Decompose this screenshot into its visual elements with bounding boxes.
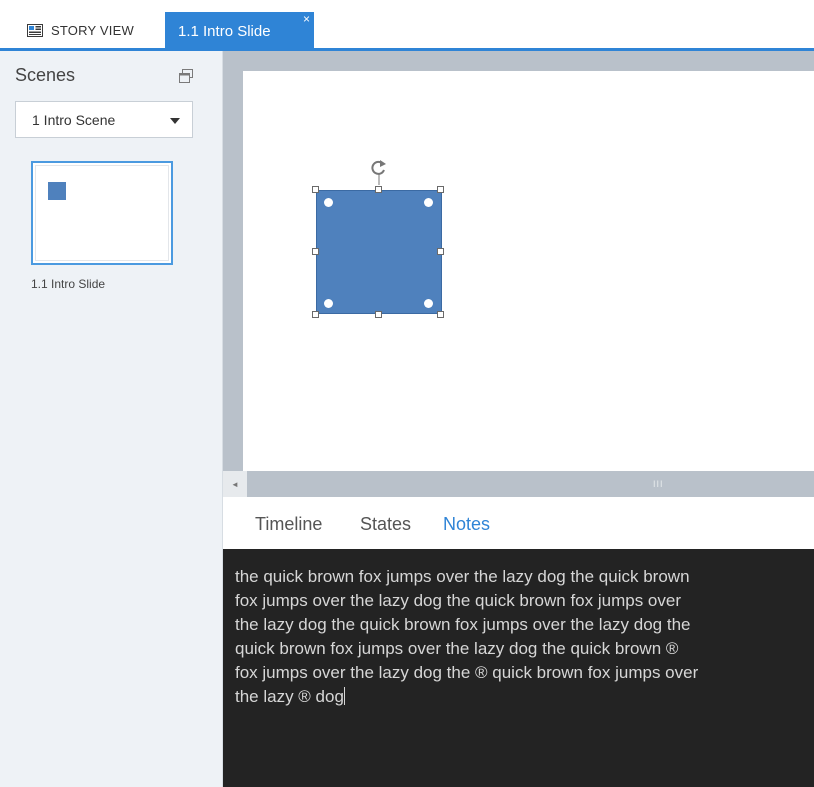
chevron-down-icon [170,118,180,124]
corner-adjust-handle-top-right[interactable] [424,198,433,207]
corner-adjust-handle-bottom-right[interactable] [424,299,433,308]
arrow-left-icon[interactable]: ◄ [223,471,247,497]
corner-adjust-handle-top-left[interactable] [324,198,333,207]
resize-handle-top[interactable] [375,186,382,193]
resize-handle-bottom-left[interactable] [312,311,319,318]
thumbnail-shape [48,182,66,200]
tab-intro-slide-label: 1.1 Intro Slide [178,23,271,40]
notes-editor[interactable]: the quick brown fox jumps over the lazy … [223,549,814,787]
horizontal-scrollbar[interactable]: ◄ III [223,471,814,497]
scrollbar-grip[interactable]: III [653,479,664,489]
slide-thumbnail-preview [35,165,169,261]
scene-select[interactable]: 1 Intro Scene [15,101,193,138]
text-cursor [343,687,345,705]
slide-thumbnail-label: 1.1 Intro Slide [31,277,106,291]
scene-select-value: 1 Intro Scene [32,111,116,128]
bottom-panel-tabs: Timeline States Notes [223,497,814,549]
resize-handle-bottom-right[interactable] [437,311,444,318]
tab-notes[interactable]: Notes [443,514,490,535]
tab-bar: STORY VIEW 1.1 Intro Slide × [0,0,814,51]
tab-intro-slide[interactable]: 1.1 Intro Slide × [165,12,314,51]
slide-canvas[interactable] [243,71,814,471]
storyboard-icon [27,23,43,37]
tab-states[interactable]: States [360,514,411,535]
close-icon[interactable]: × [303,13,310,25]
notes-text: the quick brown fox jumps over the lazy … [235,567,699,706]
notes-textarea[interactable]: the quick brown fox jumps over the lazy … [235,565,705,709]
restore-window-icon[interactable] [179,69,193,83]
blue-rectangle-shape[interactable] [316,190,442,314]
resize-handle-right[interactable] [437,248,444,255]
corner-adjust-handle-bottom-left[interactable] [324,299,333,308]
tab-story-view[interactable]: STORY VIEW [14,12,150,48]
scenes-panel: Scenes 1 Intro Scene 1.1 Intro Slide [0,51,223,787]
slide-thumbnail[interactable] [31,161,173,265]
slide-canvas-area: ◄ III [223,51,814,497]
rotate-handle-icon[interactable] [369,157,389,185]
tab-story-view-label: STORY VIEW [51,22,134,38]
resize-handle-top-left[interactable] [312,186,319,193]
scenes-title: Scenes [15,65,76,85]
resize-handle-bottom[interactable] [375,311,382,318]
tab-timeline[interactable]: Timeline [255,514,322,535]
resize-handle-top-right[interactable] [437,186,444,193]
resize-handle-left[interactable] [312,248,319,255]
